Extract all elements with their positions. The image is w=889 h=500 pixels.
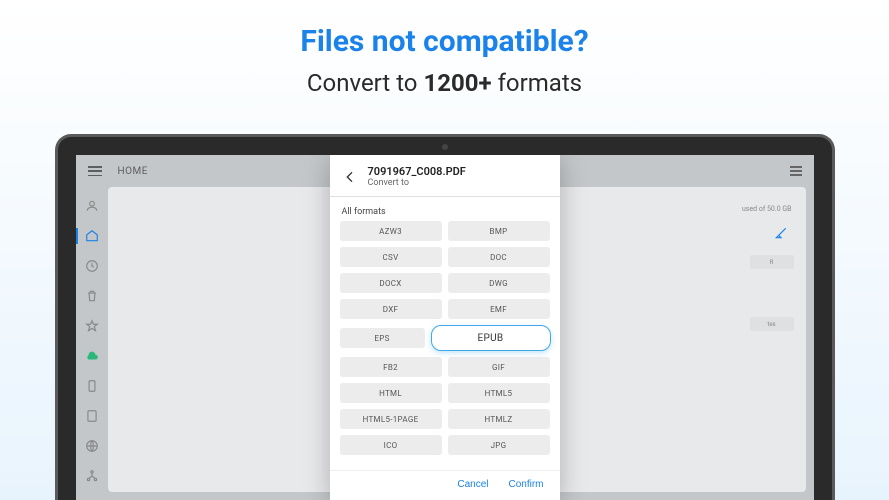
headline-title: Files not compatible? bbox=[0, 24, 889, 59]
format-chip[interactable]: EPS bbox=[340, 328, 425, 348]
format-chip[interactable]: FB2 bbox=[340, 357, 442, 377]
format-chip[interactable]: DOC bbox=[448, 247, 550, 267]
format-chip[interactable]: DWG bbox=[448, 273, 550, 293]
format-chip[interactable]: HTML bbox=[340, 383, 442, 403]
format-chip[interactable]: DXF bbox=[340, 299, 442, 319]
format-chip[interactable]: EPUB bbox=[431, 325, 551, 351]
format-chip[interactable]: HTML5 bbox=[448, 383, 550, 403]
format-chip[interactable]: BMP bbox=[448, 221, 550, 241]
format-grid: AZW3 BMP CSV DOC DOCX DWG DXF EMF EPS EPUB FB2 GIF H… bbox=[330, 221, 560, 470]
format-chip[interactable]: GIF bbox=[448, 357, 550, 377]
format-chip[interactable]: DOCX bbox=[340, 273, 442, 293]
confirm-button[interactable]: Confirm bbox=[508, 479, 543, 490]
modal-filename: 7091967_C008.PDF bbox=[368, 165, 466, 178]
modal-subtitle: Convert to bbox=[368, 178, 466, 188]
cancel-button[interactable]: Cancel bbox=[457, 479, 488, 490]
marketing-headline: Files not compatible? Convert to 1200+ f… bbox=[0, 0, 889, 97]
all-formats-label: All formats bbox=[330, 199, 560, 221]
format-chip[interactable]: HTML5-1PAGE bbox=[340, 409, 442, 429]
format-chip[interactable]: ICO bbox=[340, 435, 442, 455]
convert-modal: 7091967_C008.PDF Convert to All formats … bbox=[330, 155, 560, 500]
headline-subtitle: Convert to 1200+ formats bbox=[0, 69, 889, 97]
format-chip[interactable]: AZW3 bbox=[340, 221, 442, 241]
laptop-mockup: HOME bbox=[55, 134, 835, 500]
format-chip[interactable]: JPG bbox=[448, 435, 550, 455]
camera-dot bbox=[442, 144, 448, 150]
format-chip[interactable]: EMF bbox=[448, 299, 550, 319]
format-chip[interactable]: HTMLZ bbox=[448, 409, 550, 429]
format-chip[interactable]: CSV bbox=[340, 247, 442, 267]
back-arrow-icon[interactable] bbox=[342, 169, 358, 185]
